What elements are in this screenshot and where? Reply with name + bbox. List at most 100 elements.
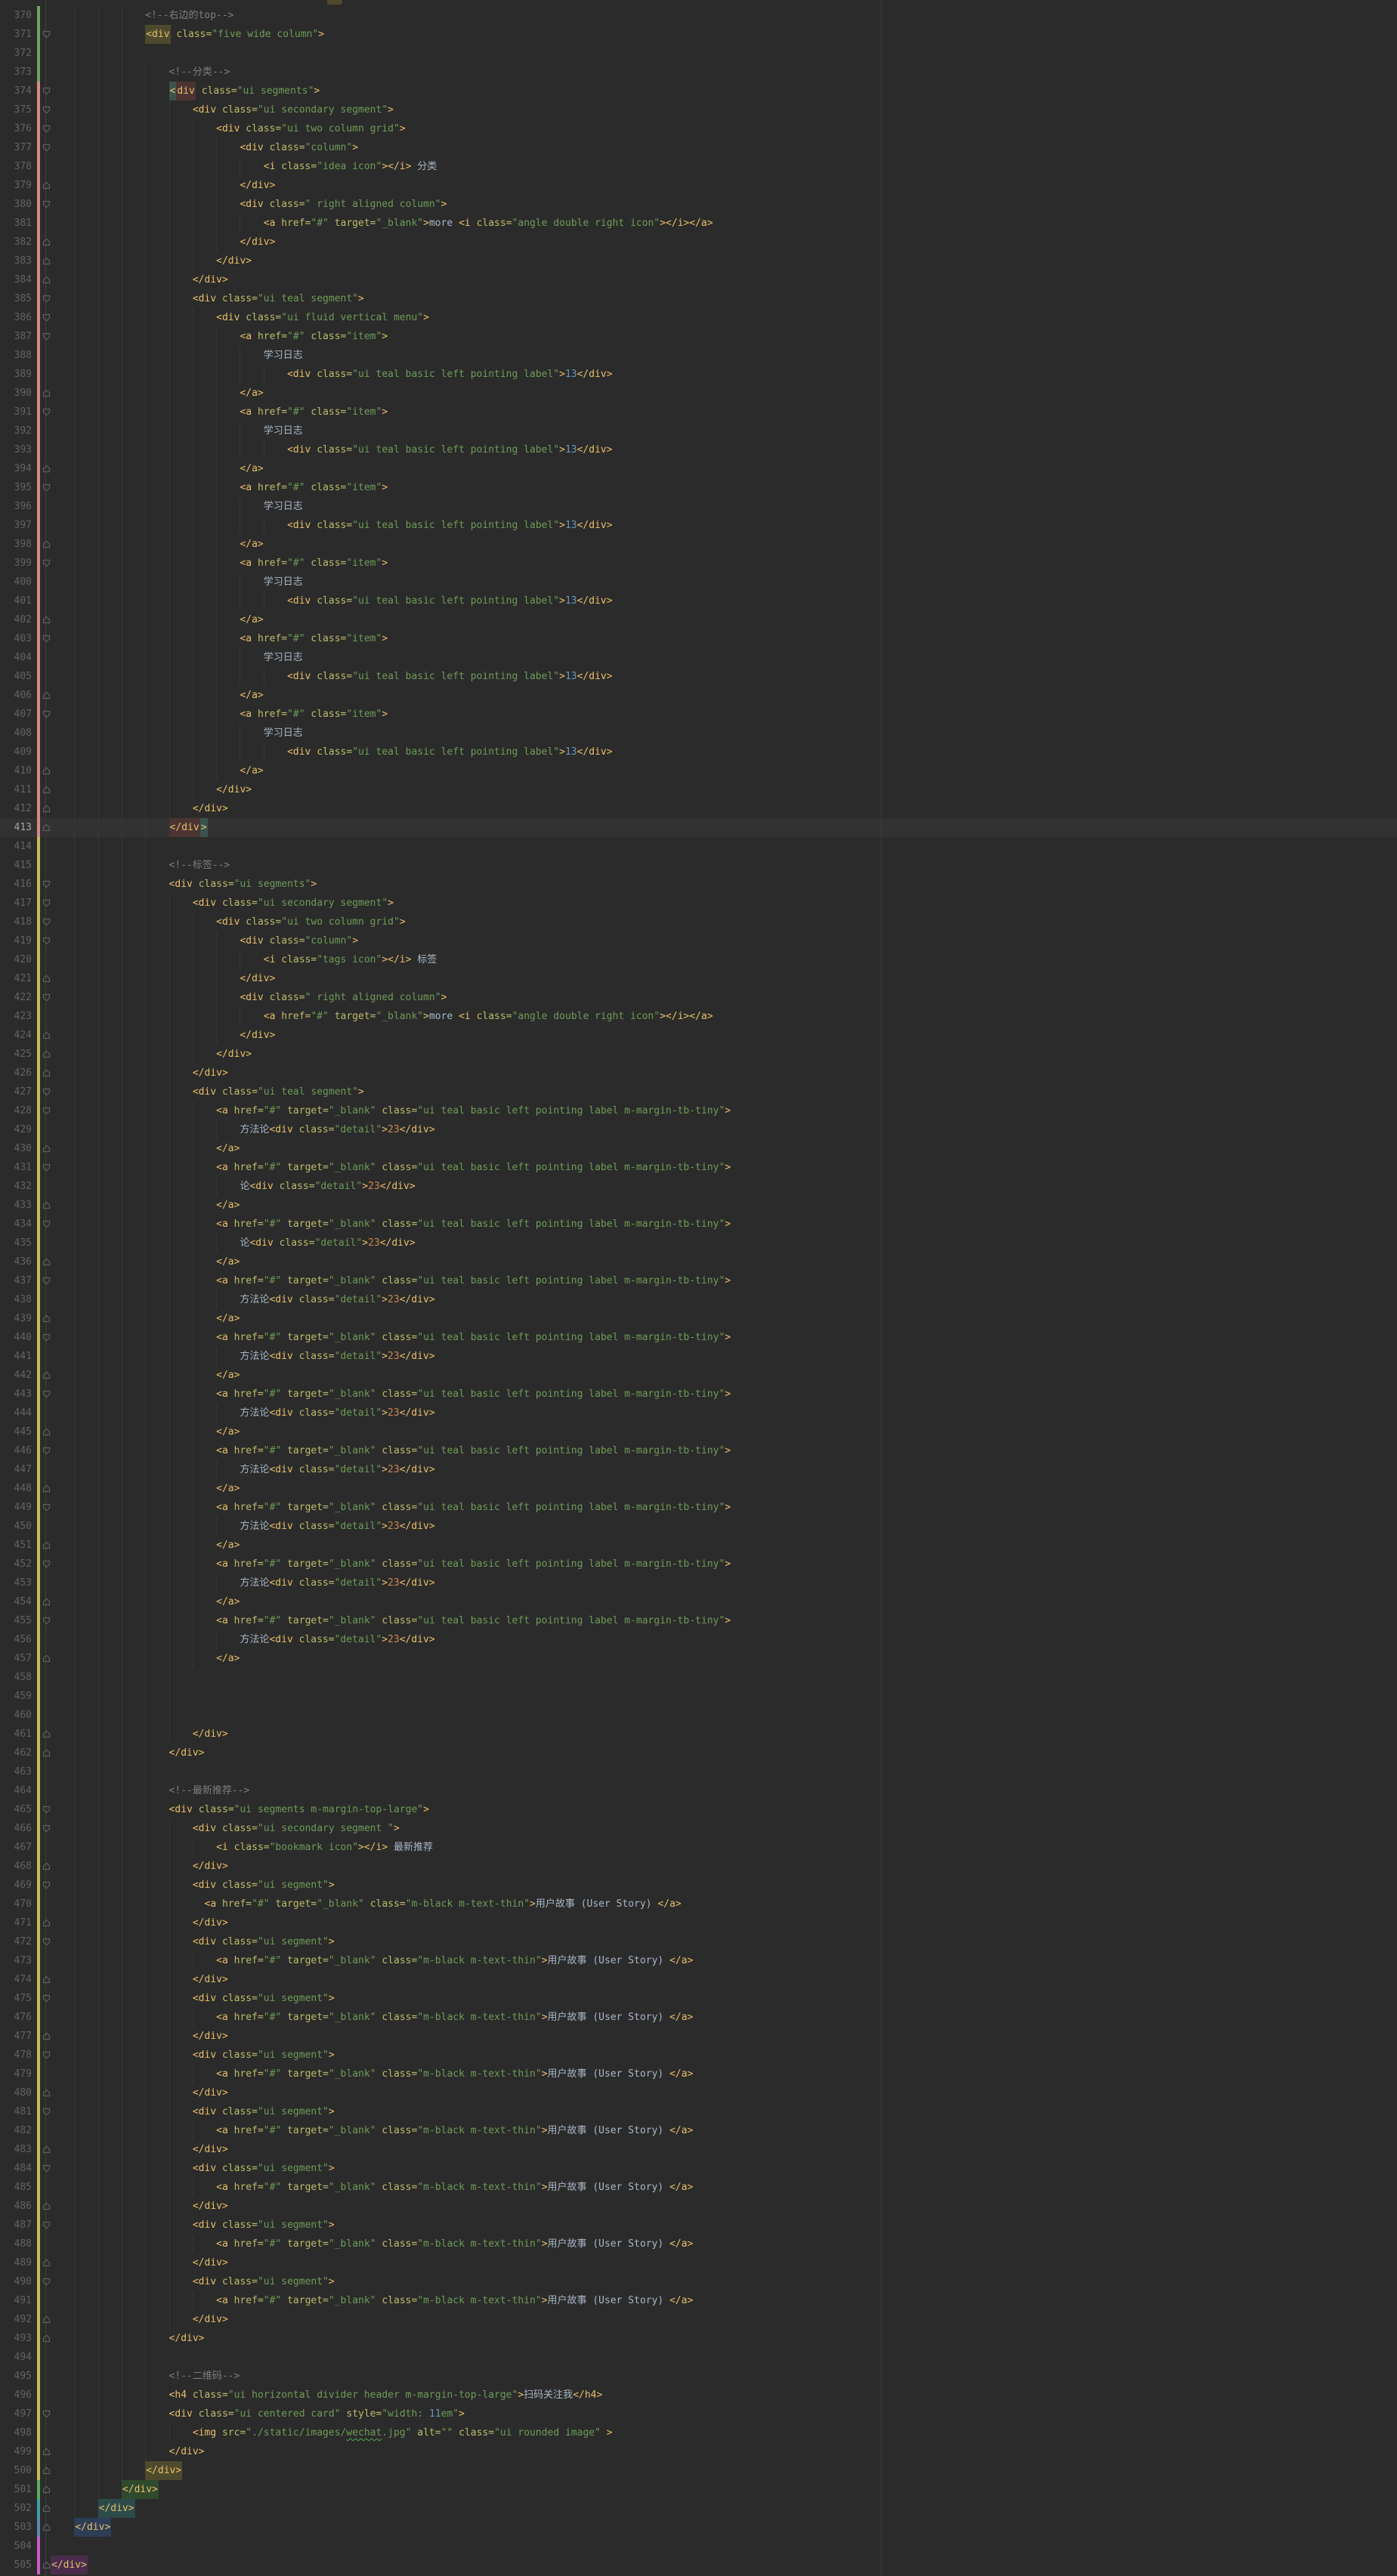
code-line[interactable]: 402 </a> [0,610,1397,629]
line-number[interactable]: 418 [0,913,32,931]
code-text[interactable]: <div class="ui teal basic left pointing … [51,743,613,761]
code-line[interactable]: 477 </div> [0,2027,1397,2046]
code-line[interactable]: 377 <div class="column"> [0,138,1397,157]
code-text[interactable]: <a href="#" target="_blank" class="ui te… [51,1215,731,1234]
code-text[interactable]: <div class="ui segment"> [51,2272,335,2291]
code-line[interactable]: 437 <a href="#" target="_blank" class="u… [0,1271,1397,1290]
line-number[interactable]: 472 [0,1932,32,1951]
code-line[interactable]: 419 <div class="column"> [0,931,1397,950]
code-line[interactable]: 374 < div class="ui segments"> [0,82,1397,100]
line-number[interactable]: 417 [0,894,32,913]
code-line[interactable]: 432 论<div class="detail">23</div> [0,1177,1397,1196]
line-number[interactable]: 479 [0,2065,32,2083]
line-number[interactable]: 476 [0,2008,32,2027]
code-text[interactable]: 论<div class="detail">23</div> [51,1177,415,1196]
code-text[interactable]: 学习日志 [51,422,303,440]
code-text[interactable]: </div> [51,2499,135,2518]
line-number[interactable]: 408 [0,724,32,743]
code-text[interactable]: <div class="ui segment"> [51,2102,335,2121]
code-line[interactable]: 462 </div> [0,1744,1397,1762]
line-number[interactable]: 477 [0,2027,32,2046]
code-line[interactable]: 396 学习日志 [0,497,1397,516]
code-line[interactable]: 454 </a> [0,1592,1397,1611]
code-text[interactable]: 学习日志 [51,497,303,516]
code-line[interactable]: 376 <div class="ui two column grid"> [0,119,1397,138]
code-line[interactable]: 479 <a href="#" target="_blank" class="m… [0,2065,1397,2083]
code-text[interactable]: <a href="#" class="item"> [51,478,388,497]
code-text[interactable]: <h4 class="ui horizontal divider header … [51,2386,603,2405]
line-number[interactable]: 420 [0,950,32,969]
code-text[interactable]: 方法论<div class="detail">23</div> [51,1120,434,1139]
code-text[interactable]: <a href="#" target="_blank" class="m-bla… [51,2291,693,2310]
line-number[interactable]: 446 [0,1441,32,1460]
code-line[interactable]: 404 学习日志 [0,648,1397,667]
line-number[interactable]: 432 [0,1177,32,1196]
line-number[interactable]: 412 [0,799,32,818]
line-number[interactable]: 469 [0,1876,32,1895]
line-number[interactable]: 489 [0,2253,32,2272]
line-number[interactable]: 452 [0,1555,32,1574]
line-number[interactable]: 404 [0,648,32,667]
code-text[interactable]: </div> [51,1744,205,1762]
code-line[interactable]: 378 <i class="idea icon"></i> 分类 [0,157,1397,176]
code-text[interactable]: </div> [51,799,228,818]
line-number[interactable]: 435 [0,1234,32,1252]
code-line[interactable]: 474 </div> [0,1970,1397,1989]
line-number[interactable]: 379 [0,176,32,195]
line-number[interactable]: 495 [0,2367,32,2386]
line-number[interactable]: 442 [0,1366,32,1385]
code-text[interactable]: <div class="ui segments"> [51,875,317,894]
code-line[interactable]: 498 <img src="./static/images/wechat.jpg… [0,2423,1397,2442]
code-line[interactable]: 438 方法论<div class="detail">23</div> [0,1290,1397,1309]
code-text[interactable]: </div> [51,176,275,195]
line-number[interactable]: 448 [0,1479,32,1498]
line-number[interactable]: 411 [0,780,32,799]
code-text[interactable]: </div> [51,818,208,837]
code-line[interactable]: 440 <a href="#" target="_blank" class="u… [0,1328,1397,1347]
line-number[interactable]: 441 [0,1347,32,1366]
code-line[interactable]: 492 </div> [0,2310,1397,2329]
line-number[interactable]: 457 [0,1649,32,1668]
line-number[interactable]: 434 [0,1215,32,1234]
code-line[interactable]: 400 学习日志 [0,573,1397,591]
code-line[interactable]: 382 </div> [0,233,1397,252]
code-text[interactable]: <a href="#" class="item"> [51,403,388,422]
line-number[interactable]: 471 [0,1913,32,1932]
code-text[interactable]: 学习日志 [51,648,303,667]
line-number[interactable]: 429 [0,1120,32,1139]
line-number[interactable]: 392 [0,422,32,440]
code-text[interactable]: </div> [51,2461,183,2480]
code-line[interactable]: 416 <div class="ui segments"> [0,875,1397,894]
code-line[interactable]: 405 <div class="ui teal basic left point… [0,667,1397,686]
line-number[interactable]: 381 [0,214,32,233]
code-line[interactable]: 389 <div class="ui teal basic left point… [0,365,1397,384]
line-number[interactable]: 430 [0,1139,32,1158]
code-line[interactable]: 421 </div> [0,969,1397,988]
code-line[interactable]: 392 学习日志 [0,422,1397,440]
code-line[interactable]: 388 学习日志 [0,346,1397,365]
line-number[interactable]: 451 [0,1536,32,1555]
code-line[interactable]: 408 学习日志 [0,724,1397,743]
code-line[interactable]: 418 <div class="ui two column grid"> [0,913,1397,931]
code-text[interactable]: 方法论<div class="detail">23</div> [51,1630,434,1649]
code-text[interactable]: <i class="bookmark icon"></i> 最新推荐 [51,1838,433,1857]
code-text[interactable]: <a href="#" target="_blank" class="ui te… [51,1271,731,1290]
line-number[interactable]: 439 [0,1309,32,1328]
code-text[interactable]: <a href="#" target="_blank" class="m-bla… [51,2008,693,2027]
code-text[interactable]: <div class="ui segments m-margin-top-lar… [51,1800,429,1819]
line-number[interactable]: 440 [0,1328,32,1347]
line-number[interactable]: 421 [0,969,32,988]
code-text[interactable]: </a> [51,535,263,554]
code-line[interactable]: 466 <div class="ui secondary segment "> [0,1819,1397,1838]
code-text[interactable]: <div class=" right aligned column"> [51,988,447,1007]
code-line[interactable]: 451 </a> [0,1536,1397,1555]
code-line[interactable]: 441 方法论<div class="detail">23</div> [0,1347,1397,1366]
code-line[interactable]: 486 </div> [0,2197,1397,2216]
line-number[interactable]: 393 [0,440,32,459]
line-number[interactable]: 431 [0,1158,32,1177]
line-number[interactable]: 464 [0,1781,32,1800]
line-number[interactable]: 437 [0,1271,32,1290]
line-number[interactable]: 370 [0,6,32,25]
code-text[interactable]: </div> [51,252,252,270]
code-line[interactable]: 387 <a href="#" class="item"> [0,327,1397,346]
